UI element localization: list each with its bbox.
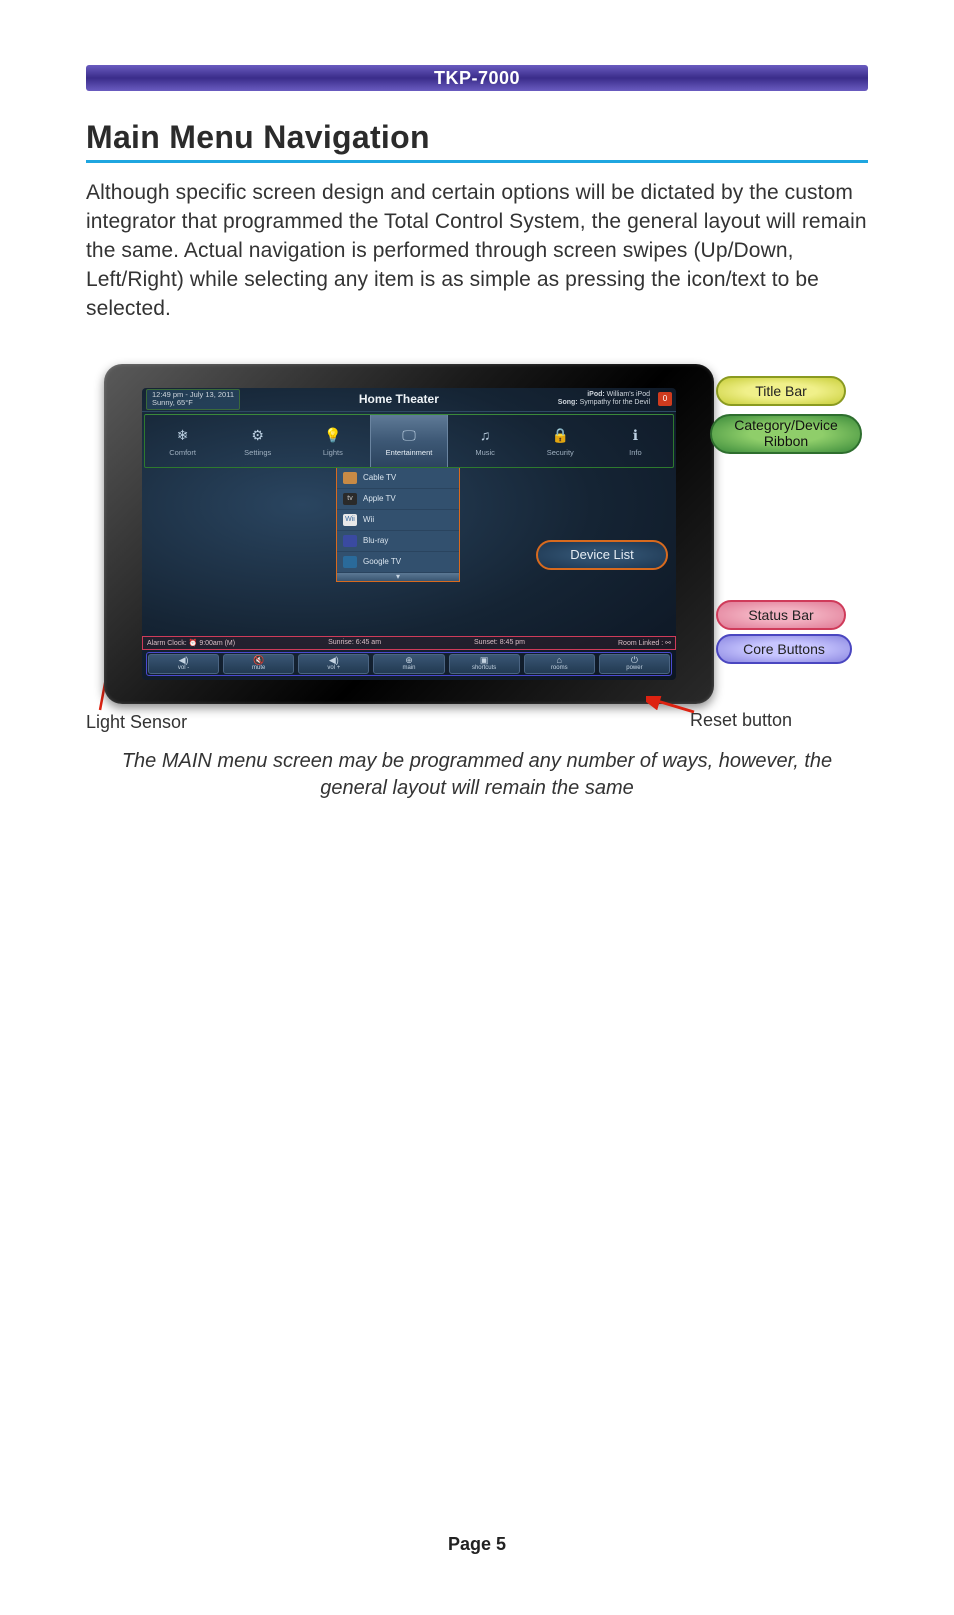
room-linked-label: Room Linked :	[618, 640, 663, 647]
shortcuts-icon: ▣	[480, 656, 489, 665]
callout-device-list: Device List	[536, 540, 668, 570]
ribbon-item-security[interactable]: 🔒 Security	[523, 415, 598, 467]
mute-icon: 🔇	[253, 656, 264, 665]
tablet-device: 12:49 pm - July 13, 2011 Sunny, 65°F Hom…	[104, 364, 714, 704]
ribbon-item-lights[interactable]: 💡 Lights	[295, 415, 370, 467]
ribbon-item-info[interactable]: ℹ Info	[598, 415, 673, 467]
section-title: Main Menu Navigation	[86, 119, 868, 163]
device-chip-icon	[343, 535, 357, 547]
now-playing-box: iPod: William's iPod Song: Sympathy for …	[558, 391, 654, 407]
section-body-text: Although specific screen design and cert…	[86, 179, 868, 324]
ribbon-label: Lights	[323, 448, 343, 457]
power-icon: ⏻	[631, 656, 638, 665]
vol-down-button[interactable]: ◀) vol -	[148, 654, 219, 674]
power-button[interactable]: ⏻ power	[599, 654, 670, 674]
gear-icon: ⚙	[247, 424, 269, 446]
ribbon-label: Entertainment	[386, 448, 433, 457]
page-header-bar: TKP-7000	[86, 65, 868, 91]
device-list-item[interactable]: Google TV	[337, 552, 459, 573]
now-playing-line2-value: Sympathy for the Devil	[580, 399, 650, 406]
ribbon-label: Settings	[244, 448, 271, 457]
lock-icon: 🔒	[549, 424, 571, 446]
core-button-label: vol -	[178, 665, 189, 671]
volume-icon: ◀)	[179, 656, 189, 665]
callout-title-bar: Title Bar	[716, 376, 846, 406]
callout-ribbon-line2: Ribbon	[764, 434, 808, 449]
info-icon: ℹ	[624, 424, 646, 446]
alarm-value: 9:00am (M)	[199, 640, 235, 647]
device-list-item[interactable]: Wii Wii	[337, 510, 459, 531]
sunset-value: 8:45 pm	[500, 639, 525, 646]
ribbon-item-entertainment[interactable]: 🖵 Entertainment	[370, 415, 447, 467]
device-label: Cable TV	[363, 473, 396, 482]
ribbon-item-comfort[interactable]: ❄ Comfort	[145, 415, 220, 467]
main-button[interactable]: ⊕ main	[373, 654, 444, 674]
figure: 12:49 pm - July 13, 2011 Sunny, 65°F Hom…	[86, 364, 868, 744]
core-button-label: main	[402, 665, 415, 671]
core-button-label: power	[626, 665, 642, 671]
room-name: Home Theater	[240, 392, 558, 406]
reset-button-label: Reset button	[690, 710, 792, 731]
alarm-icon: ⏰	[189, 640, 198, 647]
rooms-button[interactable]: ⌂ rooms	[524, 654, 595, 674]
device-chip-icon	[343, 556, 357, 568]
screen-title-bar: 12:49 pm - July 13, 2011 Sunny, 65°F Hom…	[142, 388, 676, 412]
globe-icon: ⊕	[405, 656, 413, 665]
link-icon: ⚯	[665, 640, 671, 647]
sunset-label: Sunset:	[474, 639, 498, 646]
alarm-label: Alarm Clock:	[147, 640, 187, 647]
core-button-label: vol +	[327, 665, 340, 671]
volume-icon: ◀)	[329, 656, 339, 665]
core-buttons-row: ◀) vol - 🔇 mute ◀) vol + ⊕ main	[146, 652, 672, 676]
screen-status-bar: Alarm Clock: ⏰ 9:00am (M) Sunrise: 6:45 …	[142, 636, 676, 650]
device-chip-icon: tv	[343, 493, 357, 505]
ribbon-label: Security	[547, 448, 574, 457]
device-list-item[interactable]: tv Apple TV	[337, 489, 459, 510]
device-label: Wii	[363, 515, 374, 524]
house-icon: ⌂	[557, 656, 562, 665]
page-number: Page 5	[0, 1534, 954, 1555]
now-playing-line2-label: Song:	[558, 399, 578, 406]
ribbon-item-settings[interactable]: ⚙ Settings	[220, 415, 295, 467]
device-list-item[interactable]: Cable TV	[337, 468, 459, 489]
callout-status-bar: Status Bar	[716, 600, 846, 630]
device-label: Apple TV	[363, 494, 396, 503]
figure-caption: The MAIN menu screen may be programmed a…	[86, 748, 868, 802]
shortcuts-button[interactable]: ▣ shortcuts	[449, 654, 520, 674]
bulb-icon: 💡	[322, 424, 344, 446]
ribbon-item-music[interactable]: ♫ Music	[448, 415, 523, 467]
core-button-label: mute	[252, 665, 265, 671]
tablet-screen[interactable]: 12:49 pm - July 13, 2011 Sunny, 65°F Hom…	[142, 388, 676, 680]
core-button-label: shortcuts	[472, 665, 496, 671]
now-playing-badge[interactable]: 0	[658, 392, 672, 406]
device-list-item[interactable]: Blu-ray	[337, 531, 459, 552]
mute-button[interactable]: 🔇 mute	[223, 654, 294, 674]
sunrise-label: Sunrise:	[328, 639, 354, 646]
callout-core-buttons: Core Buttons	[716, 634, 852, 664]
light-sensor-label: Light Sensor	[86, 712, 187, 733]
device-chip-icon: Wii	[343, 514, 357, 526]
core-button-label: rooms	[551, 665, 568, 671]
screen-icon: 🖵	[398, 424, 420, 446]
device-label: Google TV	[363, 557, 401, 566]
snowflake-icon: ❄	[172, 424, 194, 446]
now-playing-line1-value: William's iPod	[607, 391, 650, 398]
ribbon-label: Music	[475, 448, 495, 457]
time-weather-box: 12:49 pm - July 13, 2011 Sunny, 65°F	[146, 389, 240, 410]
category-ribbon: ❄ Comfort ⚙ Settings 💡 Lights 🖵 Entertai…	[144, 414, 674, 468]
callout-ribbon: Category/Device Ribbon	[710, 414, 862, 454]
music-icon: ♫	[474, 424, 496, 446]
device-list-expander[interactable]: ▾	[337, 573, 459, 581]
sunrise-value: 6:45 am	[356, 639, 381, 646]
device-list-dropdown: Cable TV tv Apple TV Wii Wii Blu-ray	[336, 468, 460, 582]
ribbon-label: Info	[629, 448, 642, 457]
callout-ribbon-line1: Category/Device	[734, 418, 838, 433]
weather-text: Sunny, 65°F	[152, 399, 234, 407]
device-label: Blu-ray	[363, 536, 388, 545]
ribbon-label: Comfort	[169, 448, 196, 457]
vol-up-button[interactable]: ◀) vol +	[298, 654, 369, 674]
device-chip-icon	[343, 472, 357, 484]
now-playing-line1-label: iPod:	[587, 391, 605, 398]
